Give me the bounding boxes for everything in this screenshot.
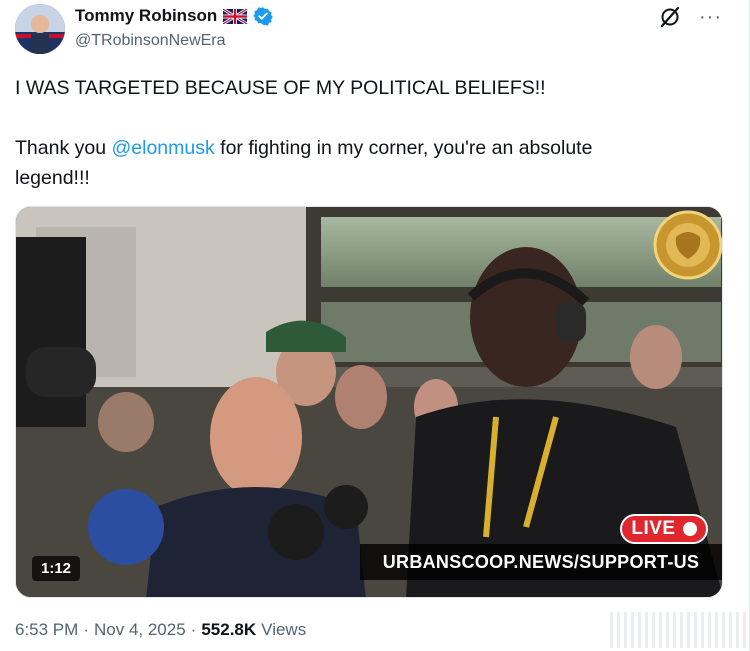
tweet-text: I WAS TARGETED BECAUSE OF MY POLITICAL B… [15, 73, 715, 193]
tweet-line-1: I WAS TARGETED BECAUSE OF MY POLITICAL B… [15, 77, 546, 99]
author-handle[interactable]: @TRobinsonNewEra [75, 32, 273, 50]
author-name[interactable]: Tommy Robinson [75, 6, 217, 26]
video-player[interactable] [15, 206, 723, 598]
tweet-meta: 6:53 PM · Nov 4, 2025 · 552.8K Views [15, 620, 306, 640]
url-banner: URBANSCOOP.NEWS/SUPPORT-US [360, 544, 722, 580]
views-count[interactable]: 552.8K [201, 620, 256, 640]
tweet-line-2-suffix: for fighting in my corner, you're an abs… [214, 137, 593, 159]
grok-icon[interactable] [659, 6, 681, 28]
mention-link[interactable]: @elonmusk [111, 137, 214, 159]
edge-fade [610, 612, 750, 648]
live-label: LIVE [631, 518, 676, 539]
tweet-line-3: legend!!! [15, 167, 90, 189]
uk-flag-icon [222, 7, 249, 25]
tweet-line-2-prefix: Thank you [15, 137, 112, 159]
more-options-icon[interactable]: ··· [699, 7, 722, 27]
avatar[interactable] [15, 4, 65, 54]
live-badge: LIVE [620, 514, 708, 544]
meta-separator-1: · [83, 620, 89, 639]
views-label: Views [261, 620, 307, 639]
tweet-date[interactable]: Nov 4, 2025 [94, 620, 186, 640]
tweet-line-2: Thank you @elonmusk for fighting in my c… [15, 133, 715, 163]
tweet-card[interactable]: Tommy Robinson @TRobinsonNewEra ··· I WA… [0, 0, 750, 651]
verified-badge-icon [253, 6, 274, 26]
live-dot-icon [682, 522, 697, 536]
tweet-time[interactable]: 6:53 PM [15, 620, 78, 640]
meta-separator-2: · [190, 620, 197, 639]
video-frame [16, 207, 722, 597]
video-duration: 1:12 [32, 556, 81, 581]
